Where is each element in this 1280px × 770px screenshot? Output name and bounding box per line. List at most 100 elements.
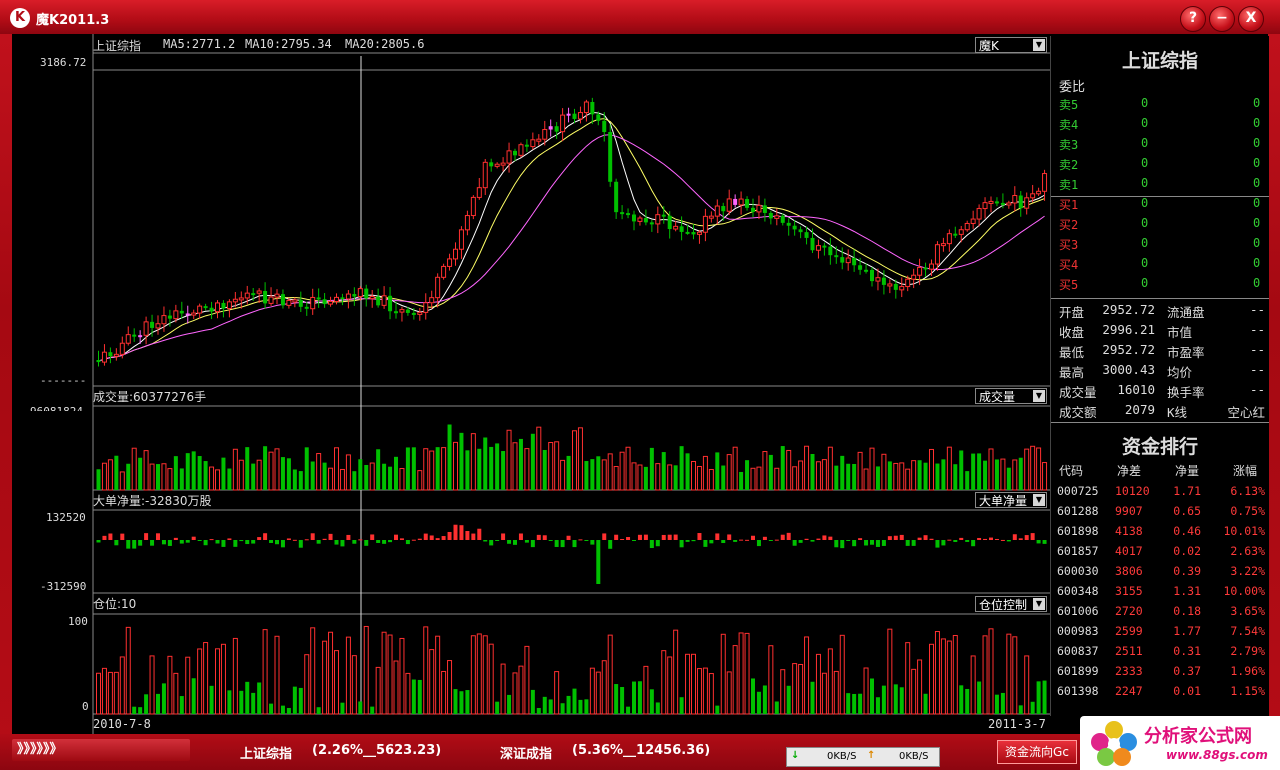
info-value: 空心红	[1227, 405, 1265, 420]
ma20-label: MA20:2805.6	[345, 37, 425, 51]
volume-bar	[667, 464, 673, 491]
position-bar	[310, 627, 316, 715]
big-order-bar	[292, 539, 297, 541]
volume-bar	[584, 461, 589, 490]
ranking-change: 1.15%	[1230, 684, 1265, 698]
ranking-row[interactable]: 601288 9907 0.65 0.75%	[1051, 504, 1269, 524]
ranking-row[interactable]: 600837 2511 0.31 2.79%	[1051, 644, 1269, 664]
candle-body	[530, 139, 536, 148]
volume-bar	[405, 447, 410, 490]
volume-bars	[96, 424, 1048, 491]
volume-bar	[185, 453, 190, 490]
info-row: 开盘 2952.72 流通盘 --	[1051, 302, 1269, 322]
info-label: 换手率	[1167, 385, 1205, 400]
big-order-bar	[965, 540, 970, 542]
volume-bar	[607, 453, 613, 491]
candle-body	[298, 299, 303, 307]
volume-bar	[696, 465, 702, 491]
fund-flow-button[interactable]: 资金流向Gc	[997, 740, 1077, 764]
buy-row: 买5 0 0	[1051, 274, 1269, 294]
big-order-bar	[459, 525, 464, 540]
app-title: 魔K2011.3	[36, 13, 110, 28]
candle-body	[203, 306, 208, 309]
big-order-bar	[96, 540, 101, 543]
ranking-change: 2.79%	[1230, 644, 1265, 658]
big-order-bar	[881, 540, 886, 546]
info-label: 开盘	[1059, 305, 1085, 320]
ranking-row[interactable]: 000725 10120 1.71 6.13%	[1051, 484, 1269, 504]
big-order-bar	[423, 533, 428, 540]
candle-body	[542, 129, 548, 140]
candle-body	[441, 265, 447, 278]
sell-row-label: 卖3	[1059, 138, 1079, 152]
buy-row-label: 买5	[1059, 278, 1079, 292]
big-order-bars	[96, 524, 1047, 584]
title-bar[interactable]: K 魔K2011.3 ? − X	[0, 0, 1280, 34]
sell-row: 卖3 0 0	[1051, 134, 1269, 154]
candle-body	[292, 299, 298, 303]
candle-body	[494, 163, 500, 167]
position-bar	[465, 690, 470, 714]
position-bar	[322, 640, 328, 715]
sell-row-label: 卖4	[1059, 118, 1079, 132]
chevron-down-icon: ▼	[1033, 39, 1045, 51]
candle-body	[506, 150, 512, 164]
ranking-header-net: 净量	[1175, 464, 1200, 478]
candle-body	[810, 237, 815, 251]
ranking-row[interactable]: 000983 2599 1.77 7.54%	[1051, 624, 1269, 644]
big-order-bar	[227, 538, 232, 540]
big-order-bar	[394, 534, 398, 540]
position-bar	[595, 671, 601, 715]
ranking-row[interactable]: 601857 4017 0.02 2.63%	[1051, 544, 1269, 564]
big-order-bar	[953, 540, 958, 542]
position-bar	[899, 687, 904, 714]
big-order-bar	[346, 534, 351, 540]
position-bar	[827, 648, 833, 715]
price-indicator-select[interactable]: 魔K ▼	[975, 37, 1047, 53]
candle-body	[447, 258, 453, 267]
candle-body	[721, 206, 726, 212]
volume-bar	[161, 463, 167, 491]
position-indicator-select[interactable]: 仓位控制 ▼	[975, 596, 1047, 612]
info-value: 2952.72	[1102, 342, 1155, 357]
position-bar	[203, 642, 209, 715]
volume-indicator-select[interactable]: 成交量 ▼	[975, 388, 1047, 404]
charts-svg[interactable]	[12, 34, 1050, 734]
volume-bar	[1000, 458, 1006, 491]
sell-row-price: 0	[1141, 96, 1149, 110]
candle-body	[464, 215, 470, 231]
ranking-row[interactable]: 600348 3155 1.31 10.00%	[1051, 584, 1269, 604]
position-bar	[655, 702, 660, 714]
minimize-button[interactable]: −	[1209, 6, 1235, 32]
ranking-row[interactable]: 601398 2247 0.01 1.15%	[1051, 684, 1269, 704]
candle-body	[864, 269, 869, 272]
position-bar	[685, 653, 691, 715]
close-button[interactable]: X	[1238, 6, 1264, 32]
volume-bar	[661, 452, 666, 490]
volume-bar	[173, 456, 178, 490]
big-order-bar	[929, 538, 934, 540]
ranking-row[interactable]: 601898 4138 0.46 10.01%	[1051, 524, 1269, 544]
ranking-row[interactable]: 601006 2720 0.18 3.65%	[1051, 604, 1269, 624]
volume-bar	[959, 450, 964, 490]
position-bar	[269, 703, 274, 714]
position-bar	[632, 681, 636, 714]
right-panel: 上证综指 委比 卖5 0 0 卖4 0 0 卖3 0 0 卖2 0 0 卖1 0 0 买1 0 0 买2 0 0 买3 0…	[1050, 36, 1269, 716]
big-order-bar	[507, 540, 512, 544]
info-label: 均价	[1167, 365, 1193, 380]
volume-bar	[512, 442, 518, 491]
candle-body	[226, 301, 232, 310]
volume-bar	[334, 447, 339, 491]
volume-bar	[310, 461, 315, 490]
candle-body	[1006, 202, 1012, 206]
position-bar	[495, 701, 500, 714]
big-order-indicator-select[interactable]: 大单净量 ▼	[975, 492, 1047, 508]
candle-body	[388, 295, 393, 312]
position-bar	[429, 649, 435, 715]
help-button[interactable]: ?	[1180, 6, 1206, 32]
big-order-bar	[483, 540, 488, 542]
chevron-down-icon: ▼	[1033, 390, 1045, 402]
ranking-row[interactable]: 601899 2333 0.37 1.96%	[1051, 664, 1269, 684]
ranking-row[interactable]: 600030 3806 0.39 3.22%	[1051, 564, 1269, 584]
expand-arrows-button[interactable]: 》》》》》》	[12, 739, 190, 761]
